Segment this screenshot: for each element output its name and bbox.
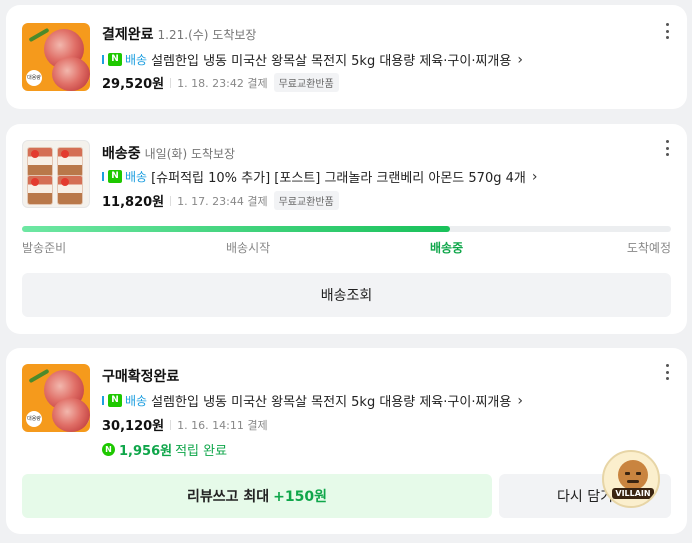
naver-pay-icon: N <box>102 443 115 456</box>
step-in-transit: 배송중 <box>430 241 464 255</box>
thumb-badge: 대용량 <box>26 411 42 427</box>
granola-bag <box>57 147 83 177</box>
naver-n-icon: N <box>108 53 122 66</box>
delivery-steps: 발송준비 배송시작 배송중 도착예정 <box>22 239 671 255</box>
order-card[interactable]: 대용량 구매확정완료 N 배송 설렘한입 냉동 미국산 왕목살 목전지 5kg … <box>6 348 687 534</box>
naver-n-icon: N <box>108 394 122 407</box>
mascot-avatar[interactable]: VILLAIN <box>602 450 660 508</box>
divider <box>170 419 172 430</box>
order-status: 구매확정완료 <box>102 366 179 386</box>
speed-icon <box>102 172 107 181</box>
price: 29,520원 <box>102 77 165 92</box>
granola-bag <box>57 175 83 205</box>
review-button-label: 리뷰쓰고 최대 <box>187 489 270 505</box>
naver-n-icon: N <box>108 170 122 183</box>
price: 30,120원 <box>102 419 165 434</box>
speed-icon <box>102 396 107 405</box>
arrival-guarantee: 1.21.(수) 도착보장 <box>157 28 257 42</box>
points-status: 적립 완료 <box>175 444 228 459</box>
free-return-tag: 무료교환반품 <box>273 73 339 92</box>
thumb-badge: 대용량 <box>26 70 42 86</box>
product-name: 설렘한입 냉동 미국산 왕목살 목전지 5kg 대용량 제육·구이·찌개용 <box>151 54 512 69</box>
arrival-guarantee: 내일(화) 도착보장 <box>144 147 236 161</box>
product-link[interactable]: N 배송 [슈퍼적립 10% 추가] [포스트] 그래놀라 크랜베리 아몬드 5… <box>102 167 537 186</box>
points-earned: N 1,956원 적립 완료 <box>102 440 227 459</box>
step-preparing: 발송준비 <box>22 241 67 255</box>
granola-bag <box>27 147 53 177</box>
status-text: 구매확정완료 <box>102 369 180 385</box>
track-delivery-button[interactable]: 배송조회 <box>22 273 671 317</box>
product-name: [슈퍼적립 10% 추가] [포스트] 그래놀라 크랜베리 아몬드 570g 4… <box>151 171 526 186</box>
granola-bag <box>27 175 53 205</box>
order-status: 결제완료 1.21.(수) 도착보장 <box>102 24 256 44</box>
status-text: 배송중 <box>102 146 141 162</box>
chevron-right-icon: › <box>517 51 523 68</box>
order-card[interactable]: 대용량 결제완료 1.21.(수) 도착보장 N 배송 설렘한입 냉동 미국산 왕… <box>6 5 687 109</box>
divider <box>170 77 172 88</box>
product-thumbnail[interactable]: 대용량 <box>22 23 90 91</box>
more-options-icon[interactable] <box>665 140 669 156</box>
chevron-right-icon: › <box>517 392 523 409</box>
product-link[interactable]: N 배송 설렘한입 냉동 미국산 왕목살 목전지 5kg 대용량 제육·구이·찌… <box>102 50 523 69</box>
review-bonus: +150원 <box>273 489 327 505</box>
more-options-icon[interactable] <box>665 23 669 39</box>
order-status: 배송중 내일(화) 도착보장 <box>102 143 235 163</box>
order-card[interactable]: 배송중 내일(화) 도착보장 N 배송 [슈퍼적립 10% 추가] [포스트] 그… <box>6 124 687 334</box>
n-delivery-badge: N 배송 <box>102 168 147 185</box>
product-name: 설렘한입 냉동 미국산 왕목살 목전지 5kg 대용량 제육·구이·찌개용 <box>151 395 512 410</box>
payment-date: 1. 16. 14:11 결제 <box>177 418 268 432</box>
delivery-label: 배송 <box>125 394 148 408</box>
divider <box>170 195 172 206</box>
step-shipped: 배송시작 <box>226 241 271 255</box>
price: 11,820원 <box>102 195 165 210</box>
more-options-icon[interactable] <box>665 364 669 380</box>
payment-date: 1. 18. 23:42 결제 <box>177 76 268 90</box>
n-delivery-badge: N 배송 <box>102 392 147 409</box>
price-row: 30,120원 1. 16. 14:11 결제 <box>102 415 268 435</box>
meat-plate <box>52 398 90 432</box>
meat-plate <box>52 57 90 91</box>
payment-date: 1. 17. 23:44 결제 <box>177 194 268 208</box>
n-delivery-badge: N 배송 <box>102 51 147 68</box>
product-thumbnail[interactable] <box>22 140 90 208</box>
product-thumbnail[interactable]: 대용량 <box>22 364 90 432</box>
price-row: 11,820원 1. 17. 23:44 결제 무료교환반품 <box>102 191 339 210</box>
mascot-label: VILLAIN <box>612 488 654 499</box>
price-row: 29,520원 1. 18. 23:42 결제 무료교환반품 <box>102 73 339 92</box>
delivery-label: 배송 <box>125 170 148 184</box>
delivery-progress-bar <box>22 226 671 232</box>
delivery-progress-fill <box>22 226 451 232</box>
free-return-tag: 무료교환반품 <box>273 191 339 210</box>
chevron-right-icon: › <box>531 168 538 185</box>
step-arriving: 도착예정 <box>626 241 671 255</box>
delivery-label: 배송 <box>125 53 148 67</box>
speed-icon <box>102 55 107 64</box>
status-text: 결제완료 <box>102 27 154 43</box>
product-link[interactable]: N 배송 설렘한입 냉동 미국산 왕목살 목전지 5kg 대용량 제육·구이·찌… <box>102 391 523 410</box>
write-review-button[interactable]: 리뷰쓰고 최대 +150원 <box>22 474 492 518</box>
points-amount: 1,956원 <box>119 444 173 459</box>
gingerbread-icon <box>618 460 648 490</box>
